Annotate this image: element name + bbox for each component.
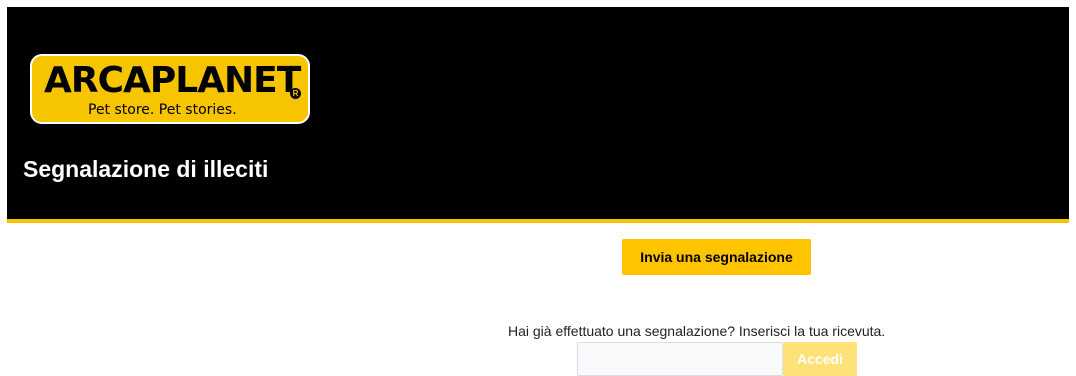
- registered-trademark-icon: R: [290, 88, 301, 99]
- receipt-input[interactable]: [577, 342, 783, 376]
- arcaplanet-logo[interactable]: ARCAPLANET R Pet store. Pet stories.: [30, 54, 310, 124]
- receipt-prompt-text: Hai già effettuato una segnalazione? Ins…: [508, 323, 886, 339]
- logo-tagline: Pet store. Pet stories.: [88, 102, 237, 118]
- header: ARCAPLANET R Pet store. Pet stories. Seg…: [7, 7, 1069, 223]
- login-button[interactable]: Accedi: [783, 342, 857, 376]
- page-title: Segnalazione di illeciti: [23, 156, 269, 182]
- logo-brand-text: ARCAPLANET: [44, 60, 301, 101]
- submit-report-button[interactable]: Invia una segnalazione: [622, 239, 811, 275]
